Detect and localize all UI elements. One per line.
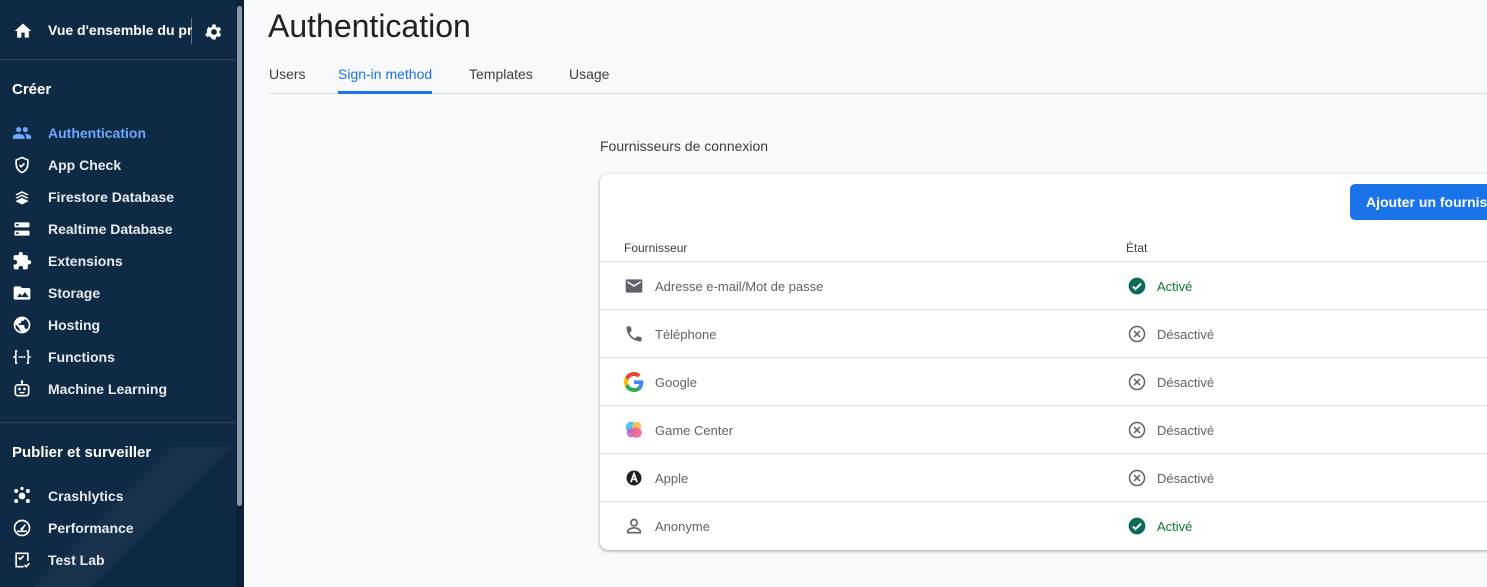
cancel-circle-icon	[1128, 421, 1146, 439]
provider-row-game-center[interactable]: Game Center Désactivé	[600, 406, 1487, 454]
person-icon	[623, 515, 645, 537]
sidebar-item-extensions[interactable]: Extensions	[0, 246, 236, 276]
home-icon[interactable]	[12, 20, 34, 42]
check-circle-icon	[1128, 517, 1146, 535]
section-title-publier: Publier et surveiller	[12, 444, 152, 461]
speedometer-icon	[12, 518, 32, 538]
provider-row-anonymous[interactable]: Anonyme Activé	[600, 502, 1487, 550]
people-icon	[12, 123, 32, 143]
sidebar-item-label: Test Lab	[48, 552, 105, 568]
sidebar: Vue d'ensemble du proj Créer Authenticat…	[0, 0, 244, 587]
providers-section-title: Fournisseurs de connexion	[600, 138, 769, 154]
functions-icon	[12, 347, 32, 367]
sidebar-item-label: Performance	[48, 520, 134, 536]
apple-icon	[623, 467, 645, 489]
image-folder-icon	[12, 283, 32, 303]
provider-name: Adresse e-mail/Mot de passe	[655, 279, 824, 294]
provider-row-apple[interactable]: Apple Désactivé	[600, 454, 1487, 502]
section-title-creer: Créer	[12, 81, 52, 98]
crashlytics-icon	[12, 486, 32, 506]
sidebar-item-crashlytics[interactable]: Crashlytics	[0, 481, 236, 511]
provider-name: Google	[655, 375, 697, 390]
sidebar-item-label: Firestore Database	[48, 189, 175, 205]
provider-row-google[interactable]: Google Désactivé	[600, 358, 1487, 406]
provider-status: Activé	[1157, 519, 1193, 534]
cancel-circle-icon	[1128, 373, 1146, 391]
shield-icon	[12, 155, 32, 175]
email-icon	[623, 275, 645, 297]
cancel-circle-icon	[1128, 325, 1146, 343]
sidebar-item-storage[interactable]: Storage	[0, 278, 236, 308]
project-overview-link[interactable]: Vue d'ensemble du proj	[48, 22, 192, 38]
check-circle-icon	[1128, 277, 1146, 295]
sidebar-header: Vue d'ensemble du proj	[0, 0, 236, 60]
add-provider-button[interactable]: Ajouter un fournisseur	[1350, 184, 1487, 220]
gear-icon[interactable]	[203, 21, 225, 43]
page-title: Authentication	[268, 8, 471, 44]
main-content: Authentication Users Sign-in method Temp…	[244, 0, 1487, 587]
sidebar-item-label: Storage	[48, 285, 101, 301]
database-icon	[12, 219, 32, 239]
provider-status: Désactivé	[1157, 327, 1215, 342]
checklist-icon	[12, 550, 32, 570]
sidebar-item-label: Machine Learning	[48, 381, 168, 397]
provider-status: Désactivé	[1157, 375, 1215, 390]
firestore-icon	[12, 187, 32, 207]
sidebar-item-realtime-database[interactable]: Realtime Database	[0, 214, 236, 244]
provider-row-email[interactable]: Adresse e-mail/Mot de passe Activé	[600, 262, 1487, 310]
provider-row-phone[interactable]: Téléphone Désactivé	[600, 310, 1487, 358]
cancel-circle-icon	[1128, 469, 1146, 487]
provider-name: Téléphone	[655, 327, 717, 342]
tab-usage[interactable]: Usage	[569, 56, 609, 94]
provider-name: Game Center	[655, 423, 734, 438]
sidebar-item-label: Extensions	[48, 253, 123, 269]
sidebar-item-label: Crashlytics	[48, 488, 124, 504]
sidebar-item-app-check[interactable]: App Check	[0, 150, 236, 180]
sidebar-item-label: App Check	[48, 157, 122, 173]
puzzle-icon	[12, 251, 32, 271]
sidebar-item-label: Functions	[48, 349, 115, 365]
robot-icon	[12, 379, 32, 399]
column-header-status: État	[1126, 241, 1148, 255]
provider-status: Désactivé	[1157, 423, 1215, 438]
google-icon	[623, 371, 645, 393]
sidebar-item-label: Hosting	[48, 317, 101, 333]
provider-status: Désactivé	[1157, 471, 1215, 486]
provider-name: Anonyme	[655, 519, 710, 534]
sidebar-item-test-lab[interactable]: Test Lab	[0, 545, 236, 575]
sidebar-scrollbar-thumb[interactable]	[237, 6, 242, 506]
column-header-provider: Fournisseur	[624, 241, 688, 255]
game-center-icon	[623, 419, 645, 441]
sidebar-item-label: Realtime Database	[48, 221, 173, 237]
project-divider	[191, 18, 192, 44]
globe-icon	[12, 315, 32, 335]
sidebar-item-authentication[interactable]: Authentication	[0, 118, 236, 148]
provider-name: Apple	[655, 471, 689, 486]
sidebar-item-hosting[interactable]: Hosting	[0, 310, 236, 340]
tab-sign-in-method[interactable]: Sign-in method	[338, 56, 433, 94]
phone-icon	[623, 323, 645, 345]
providers-card: Ajouter un fournisseur Fournisseur État …	[600, 174, 1487, 550]
sidebar-item-firestore-database[interactable]: Firestore Database	[0, 182, 236, 212]
sidebar-item-performance[interactable]: Performance	[0, 513, 236, 543]
tab-users[interactable]: Users	[269, 56, 306, 94]
tab-templates[interactable]: Templates	[469, 56, 533, 94]
sidebar-item-label: Authentication	[48, 125, 146, 141]
sidebar-item-functions[interactable]: Functions	[0, 342, 236, 372]
provider-status: Activé	[1157, 279, 1193, 294]
section-divider	[0, 422, 236, 423]
sidebar-item-machine-learning[interactable]: Machine Learning	[0, 374, 236, 404]
tab-bar: Users Sign-in method Templates Usage	[268, 56, 1487, 94]
